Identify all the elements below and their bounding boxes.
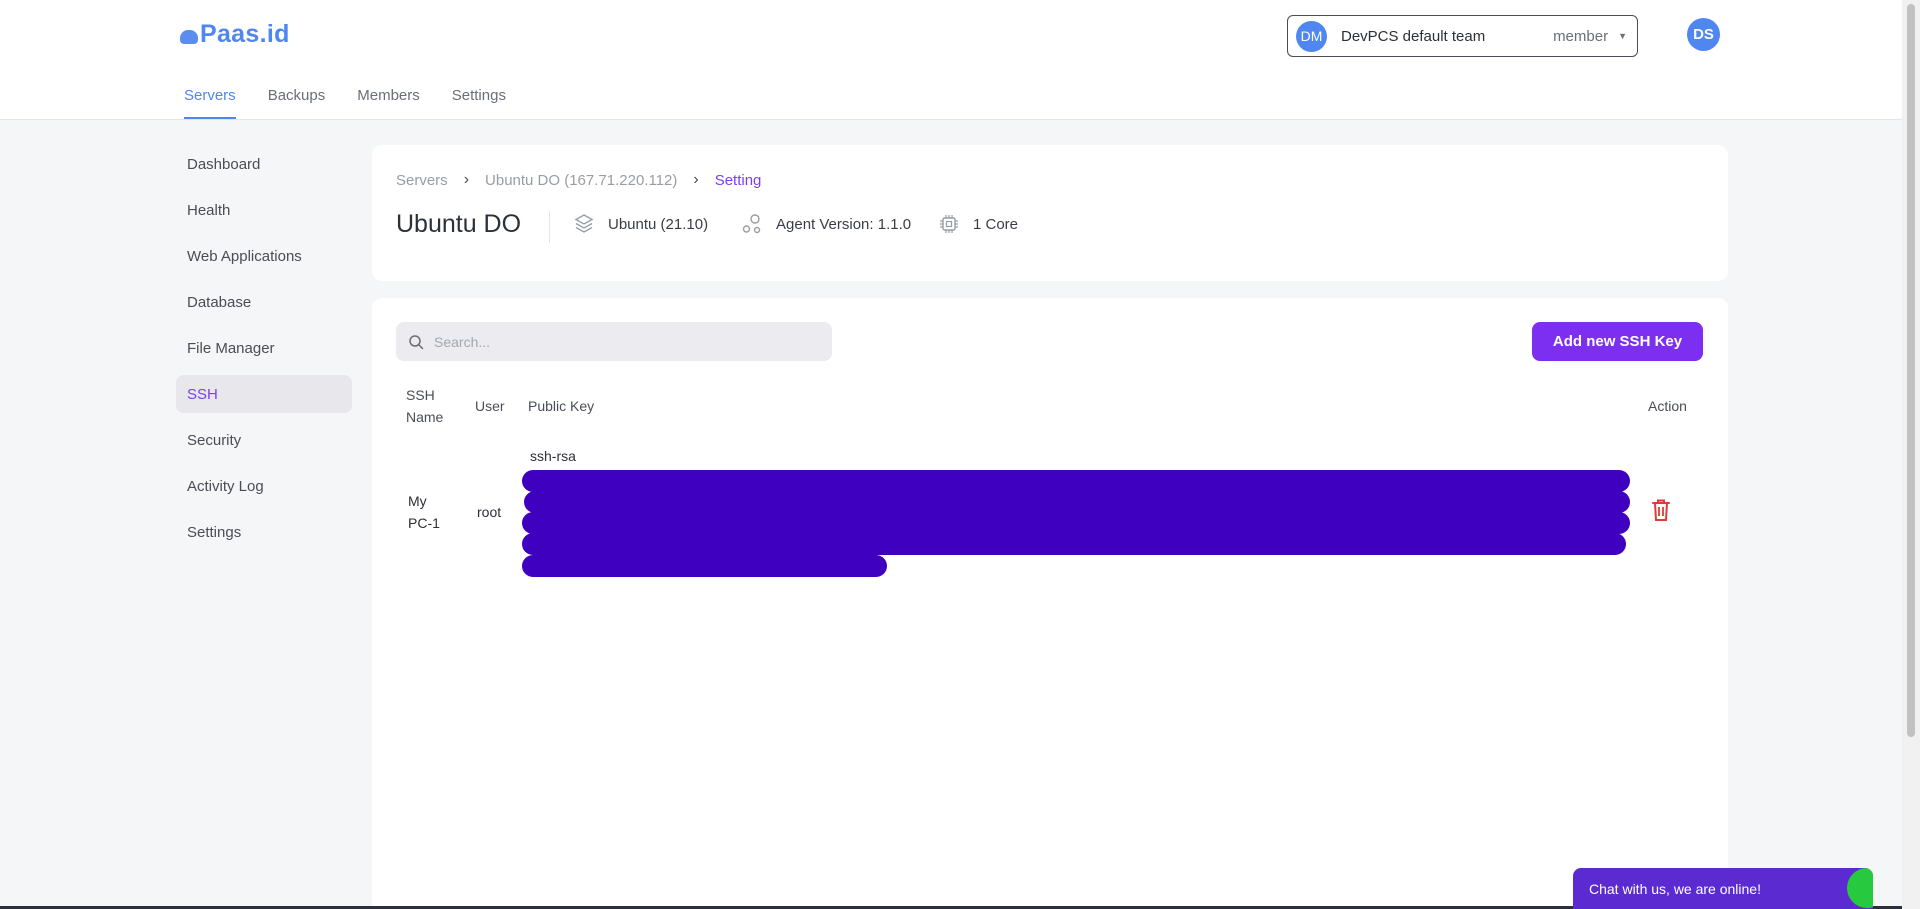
agent-version: Agent Version: 1.1.0	[776, 215, 912, 233]
user-avatar[interactable]: DS	[1687, 18, 1720, 51]
brand-name: Paas.id	[200, 20, 290, 48]
column-header-ssh-name: SSH Name	[406, 384, 443, 428]
search-input[interactable]	[434, 333, 814, 350]
ssh-keys-card: Add new SSH Key SSH Name User Public Key…	[372, 298, 1728, 909]
page-title: Ubuntu DO	[396, 210, 522, 238]
online-status-icon	[1847, 868, 1873, 908]
team-name: DevPCS default team	[1341, 27, 1486, 45]
sidebar-item-web-applications[interactable]: Web Applications	[176, 237, 352, 275]
os-label: Ubuntu (21.10)	[608, 215, 709, 233]
ssh-key-name: My PC-1	[408, 490, 440, 534]
redaction-bar	[522, 470, 1630, 492]
column-header-public-key: Public Key	[528, 398, 595, 414]
cloud-icon	[180, 29, 198, 44]
ssh-key-user: root	[477, 504, 502, 520]
breadcrumb-server[interactable]: Ubuntu DO (167.71.220.112)	[485, 172, 677, 189]
breadcrumb-current: Setting	[714, 171, 762, 189]
chevron-right-icon: ›	[463, 171, 470, 188]
ssh-key-name-line1: My	[408, 493, 427, 509]
sidebar: Dashboard Health Web Applications Databa…	[176, 145, 352, 559]
sidebar-item-file-manager[interactable]: File Manager	[176, 329, 352, 367]
os-info: Ubuntu (21.10)	[574, 213, 708, 235]
header-ssh-line2: Name	[406, 409, 444, 425]
tab-servers[interactable]: Servers	[184, 87, 236, 119]
team-avatar: DM	[1296, 20, 1327, 52]
ssh-key-name-line2: PC-1	[408, 515, 440, 531]
tab-backups[interactable]: Backups	[268, 87, 326, 119]
brand-logo[interactable]: Paas.id	[180, 20, 290, 49]
tab-settings[interactable]: Settings	[452, 87, 506, 119]
chat-widget[interactable]: Chat with us, we are online!	[1573, 868, 1873, 909]
cpu-icon	[940, 215, 958, 233]
sidebar-item-settings[interactable]: Settings	[176, 513, 352, 551]
team-selector[interactable]: DM DevPCS default team member ▼	[1287, 15, 1638, 57]
redaction-bar	[522, 533, 1626, 555]
add-ssh-key-button[interactable]: Add new SSH Key	[1532, 322, 1703, 361]
team-role: member	[1553, 27, 1609, 45]
trash-icon[interactable]	[1650, 498, 1672, 522]
nodes-icon	[742, 214, 761, 234]
layers-icon	[574, 214, 594, 233]
tab-members[interactable]: Members	[357, 87, 420, 119]
ssh-key-prefix: ssh-rsa	[530, 448, 576, 464]
server-header-card: Servers › Ubuntu DO (167.71.220.112) › S…	[372, 145, 1728, 281]
search-icon	[409, 334, 424, 349]
divider	[549, 211, 550, 243]
column-header-action: Action	[1648, 398, 1687, 414]
chevron-down-icon: ▼	[1618, 31, 1627, 41]
scrollbar-thumb[interactable]	[1907, 4, 1915, 737]
column-header-user: User	[475, 398, 505, 414]
sidebar-item-security[interactable]: Security	[176, 421, 352, 459]
search-box	[396, 322, 832, 361]
top-header: Paas.id DM DevPCS default team member ▼ …	[0, 0, 1902, 120]
chevron-right-icon: ›	[693, 171, 699, 188]
sidebar-item-database[interactable]: Database	[176, 283, 352, 321]
page-scrollbar[interactable]	[1902, 0, 1920, 909]
sidebar-item-ssh[interactable]: SSH	[176, 375, 352, 413]
chat-label: Chat with us, we are online!	[1589, 880, 1761, 897]
header-ssh-line1: SSH	[406, 387, 435, 403]
breadcrumb-servers[interactable]: Servers	[396, 172, 448, 189]
cpu-cores: 1 Core	[973, 215, 1019, 233]
redaction-bar	[522, 512, 1630, 534]
sidebar-item-health[interactable]: Health	[176, 191, 352, 229]
redaction-bar	[524, 491, 1630, 513]
sidebar-item-dashboard[interactable]: Dashboard	[176, 145, 352, 183]
redaction-bar	[522, 555, 887, 577]
main-tabs: Servers Backups Members Settings	[184, 87, 538, 119]
agent-info: Agent Version: 1.1.0	[742, 213, 911, 235]
breadcrumb: Servers › Ubuntu DO (167.71.220.112) › S…	[396, 171, 761, 189]
sidebar-item-activity-log[interactable]: Activity Log	[176, 467, 352, 505]
cpu-info: 1 Core	[939, 213, 1018, 235]
